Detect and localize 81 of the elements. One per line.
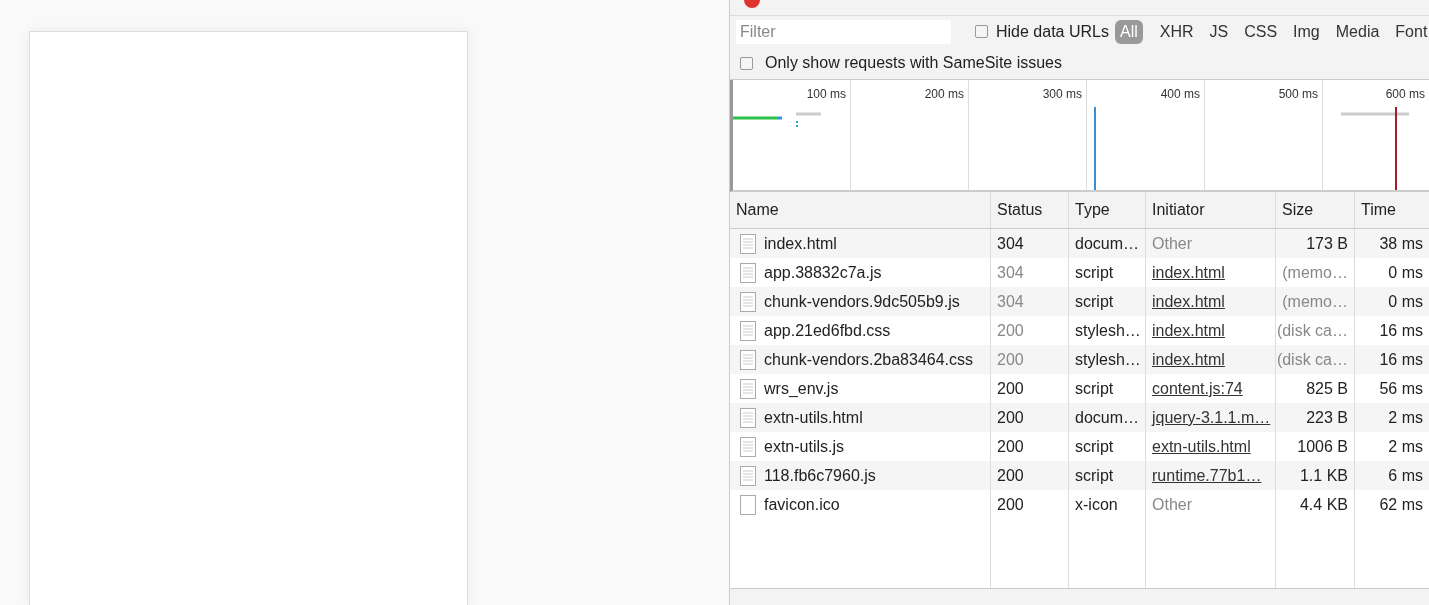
table-cell: script [1069, 287, 1146, 316]
document-icon [740, 233, 756, 254]
column-header[interactable]: Type [1069, 192, 1146, 228]
initiator-link[interactable]: index.html [1152, 350, 1225, 369]
table-cell: 304 [991, 287, 1069, 316]
table-cell: (memo… [1276, 287, 1355, 316]
table-cell: stylesh… [1069, 345, 1146, 374]
table-cell-text: 16 ms [1378, 320, 1424, 341]
table-cell: 118.fb6c7960.js [764, 466, 876, 485]
table-cell: favicon.ico [764, 495, 840, 514]
table-cell: 200 [991, 403, 1069, 432]
table-cell: extn-utils.js [764, 437, 845, 456]
table-cell-text: 62 ms [1378, 494, 1424, 515]
document-icon [740, 291, 756, 312]
document-icon [740, 378, 756, 399]
column-header[interactable]: Initiator [1146, 192, 1276, 228]
table-cell: index.html [764, 234, 837, 253]
initiator-link[interactable]: jquery-3.1.1.m… [1152, 408, 1271, 427]
table-cell-text: 2 ms [1387, 407, 1424, 428]
filter-field[interactable]: Filter [736, 19, 951, 44]
table-cell: 4.4 KB [1276, 490, 1355, 519]
initiator-link[interactable]: index.html [1152, 263, 1225, 282]
table-cell: 1.1 KB [1276, 461, 1355, 490]
checkbox-label: Only show requests with SameSite issues [765, 54, 1062, 72]
type-filter-button[interactable]: XHR [1154, 19, 1199, 44]
checkbox-label: Hide data URLs [996, 22, 1109, 41]
type-filter-button[interactable]: JS [1204, 19, 1234, 44]
table-cell: Other [1146, 490, 1276, 519]
tick-label: 100 ms [806, 87, 846, 101]
document-icon [740, 407, 756, 428]
checkbox[interactable] [975, 25, 988, 38]
table-cell-text: 6 ms [1387, 465, 1424, 486]
table-cell: (disk ca… [1276, 345, 1355, 374]
type-filter-button[interactable]: CSS [1239, 19, 1283, 44]
table-cell: app.38832c7a.js [764, 263, 882, 282]
table-cell: 173 B [1276, 229, 1355, 258]
initiator-link[interactable]: index.html [1152, 321, 1225, 340]
document-icon [740, 262, 756, 283]
table-cell: docum… [1069, 403, 1146, 432]
table-cell-text: 0 ms [1387, 291, 1424, 312]
table-cell: 223 B [1276, 403, 1355, 432]
type-filter-button[interactable]: Img [1288, 19, 1325, 44]
table-cell: script [1069, 461, 1146, 490]
column-header[interactable]: Time [1355, 192, 1429, 228]
table-cell: extn-utils.html [764, 408, 863, 427]
tick-label: 500 ms [1278, 87, 1318, 101]
table-cell: 200 [991, 345, 1069, 374]
table-cell: chunk-vendors.9dc505b9.js [764, 292, 960, 311]
document-icon [740, 436, 756, 457]
table-cell: docum… [1069, 229, 1146, 258]
blank-file-icon [740, 494, 756, 515]
tick-label: 400 ms [1160, 87, 1200, 101]
table-cell-text: 56 ms [1378, 378, 1424, 399]
type-filter-button[interactable]: Media [1330, 19, 1385, 44]
column-header[interactable]: Status [991, 192, 1069, 228]
table-cell: app.21ed6fbd.css [764, 321, 891, 340]
table-cell: chunk-vendors.2ba83464.css [764, 350, 974, 369]
initiator-link[interactable]: index.html [1152, 292, 1225, 311]
table-cell-text: 38 ms [1378, 233, 1424, 254]
table-cell: wrs_env.js [764, 379, 839, 398]
table-cell-text: 2 ms [1387, 436, 1424, 457]
document-icon [740, 465, 756, 486]
tick-label: 600 ms [1385, 87, 1425, 101]
initiator-link[interactable]: extn-utils.html [1152, 437, 1251, 456]
table-cell: 200 [991, 490, 1069, 519]
table-cell: x-icon [1069, 490, 1146, 519]
document-icon [740, 320, 756, 341]
column-header[interactable]: Name [730, 192, 991, 228]
table-cell: 200 [991, 461, 1069, 490]
type-filter-button[interactable]: Font [1390, 19, 1429, 44]
table-cell-text: 16 ms [1378, 349, 1424, 370]
column-header[interactable]: Size [1276, 192, 1355, 228]
table-cell-text: 0 ms [1387, 262, 1424, 283]
table-cell: 304 [991, 229, 1069, 258]
initiator-link[interactable]: content.js:74 [1152, 379, 1243, 398]
tick-label: 300 ms [1042, 87, 1082, 101]
checkbox[interactable] [740, 56, 753, 70]
table-cell: Other [1146, 229, 1276, 258]
initiator-link[interactable]: runtime.77b1… [1152, 466, 1262, 485]
tick-label: 200 ms [924, 87, 964, 101]
document-icon [740, 349, 756, 370]
